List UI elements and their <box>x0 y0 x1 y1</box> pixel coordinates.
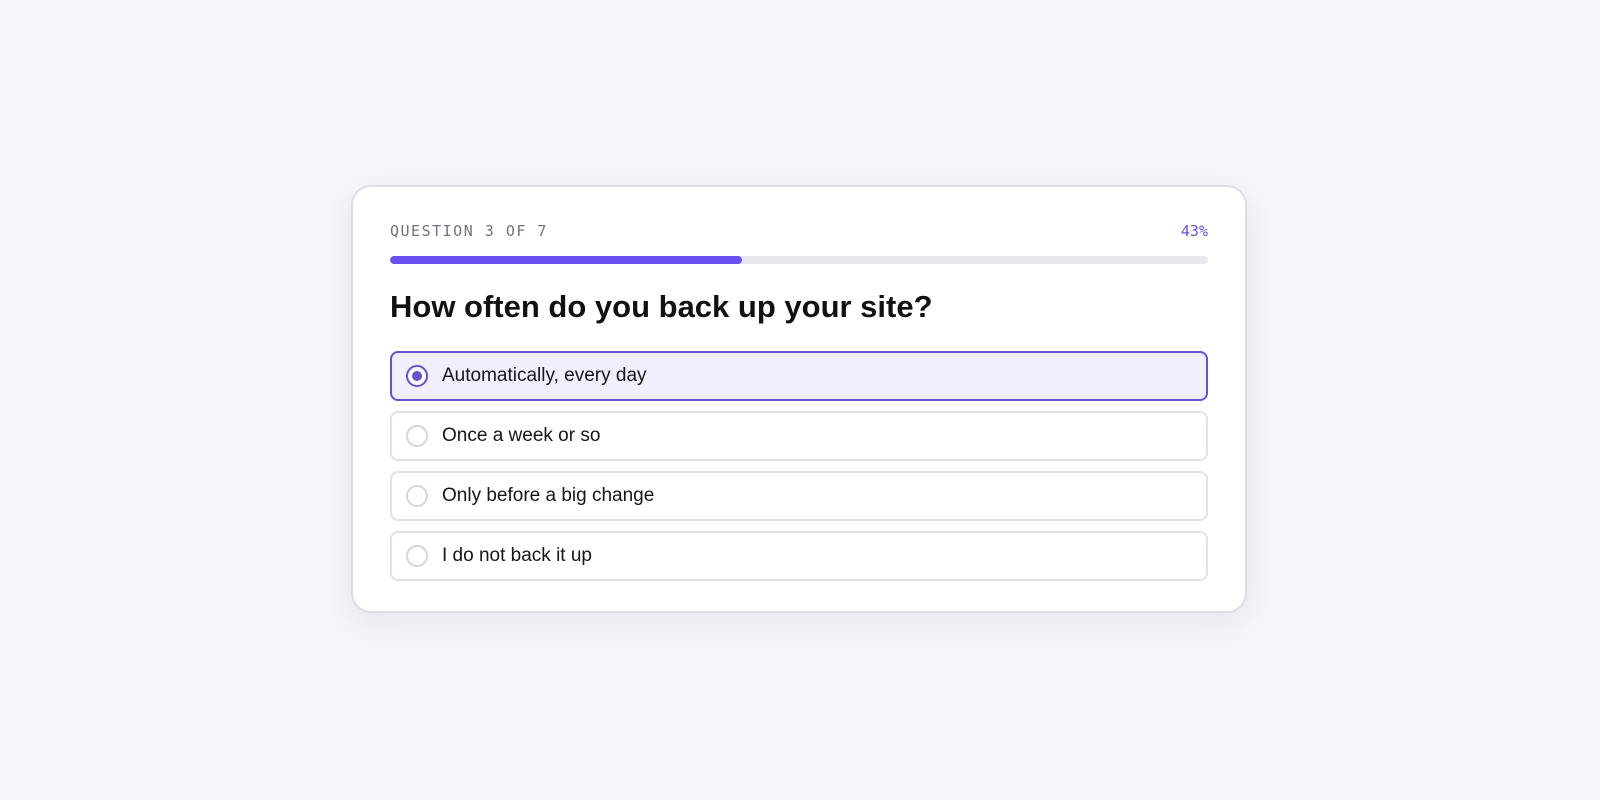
radio-button[interactable] <box>406 485 428 507</box>
answer-options: Automatically, every day Once a week or … <box>390 351 1208 591</box>
progress-percent: 43% <box>1180 222 1208 240</box>
answer-option-label: Automatically, every day <box>442 365 647 386</box>
answer-option-label: Once a week or so <box>442 425 601 446</box>
radio-button[interactable] <box>406 545 428 567</box>
question-step-label: QUESTION 3 OF 7 <box>390 222 548 240</box>
question-card: QUESTION 3 OF 7 43% How often do you bac… <box>351 185 1247 613</box>
question-title: How often do you back up your site? <box>390 289 933 324</box>
radio-button[interactable] <box>406 425 428 447</box>
progress-header: QUESTION 3 OF 7 43% <box>390 221 1208 241</box>
radio-button[interactable] <box>406 365 428 387</box>
answer-option[interactable]: Only before a big change <box>390 471 1208 521</box>
progress-bar <box>390 256 1208 264</box>
answer-option[interactable]: I do not back it up <box>390 531 1208 581</box>
answer-option[interactable]: Once a week or so <box>390 411 1208 461</box>
radio-selected-dot <box>412 371 422 381</box>
progress-bar-fill <box>390 256 742 264</box>
answer-option-label: I do not back it up <box>442 545 592 566</box>
answer-option[interactable]: Automatically, every day <box>390 351 1208 401</box>
answer-option-label: Only before a big change <box>442 485 655 506</box>
